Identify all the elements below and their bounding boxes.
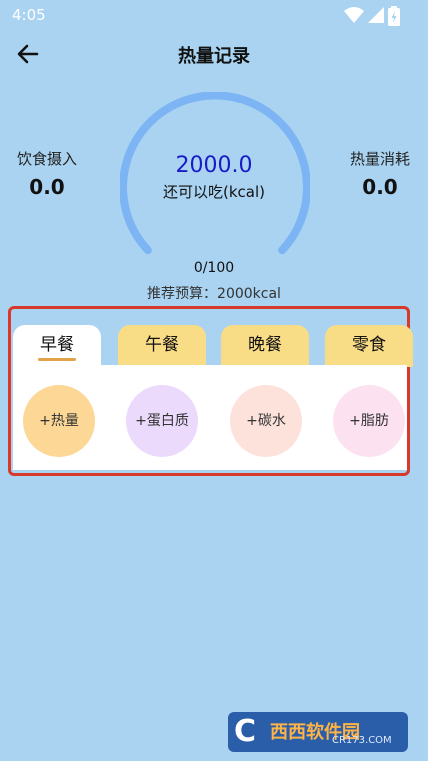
page-title: 热量记录 bbox=[178, 46, 250, 67]
status-icons bbox=[344, 6, 414, 26]
tab-snack-label: 零食 bbox=[352, 335, 386, 355]
meal-panel: 早餐 午餐 晚餐 零食 +热量 +蛋白质 +碳水 +脂肪 bbox=[13, 323, 415, 470]
budget-text: 推荐预算：2000kcal bbox=[147, 286, 281, 302]
site-watermark: C 西西软件园 CR173.COM bbox=[228, 712, 408, 752]
wifi-icon bbox=[344, 7, 364, 23]
add-protein-button[interactable]: +蛋白质 bbox=[126, 385, 198, 457]
status-bar: 4:05 bbox=[0, 0, 428, 32]
tab-breakfast[interactable]: 早餐 bbox=[13, 325, 101, 367]
watermark-logo: C bbox=[234, 714, 257, 749]
add-fat-label: +脂肪 bbox=[349, 413, 389, 429]
status-time: 4:05 bbox=[12, 6, 46, 24]
remaining-calories: 2000.0 bbox=[175, 153, 253, 178]
battery-icon bbox=[388, 6, 400, 26]
remaining-calories-label: 还可以吃(kcal) bbox=[163, 183, 265, 201]
tab-lunch[interactable]: 午餐 bbox=[118, 325, 206, 367]
add-protein-label: +蛋白质 bbox=[135, 413, 189, 429]
signal-icon bbox=[368, 7, 384, 23]
add-carbs-button[interactable]: +碳水 bbox=[230, 385, 302, 457]
progress-text: 0/100 bbox=[193, 260, 235, 276]
tab-active-indicator bbox=[38, 358, 76, 361]
add-carbs-label: +碳水 bbox=[246, 413, 286, 429]
add-fat-button[interactable]: +脂肪 bbox=[333, 385, 405, 457]
tab-breakfast-label: 早餐 bbox=[40, 335, 74, 355]
add-calories-button[interactable]: +热量 bbox=[23, 385, 95, 457]
meal-actions: +热量 +蛋白质 +碳水 +脂肪 bbox=[13, 365, 407, 470]
tab-dinner-label: 晚餐 bbox=[248, 335, 282, 355]
add-calories-label: +热量 bbox=[39, 413, 79, 429]
tab-snack[interactable]: 零食 bbox=[325, 325, 413, 367]
tab-lunch-label: 午餐 bbox=[145, 335, 179, 355]
calorie-gauge bbox=[120, 92, 310, 255]
watermark-url: CR173.COM bbox=[332, 735, 392, 746]
tab-dinner[interactable]: 晚餐 bbox=[221, 325, 309, 367]
